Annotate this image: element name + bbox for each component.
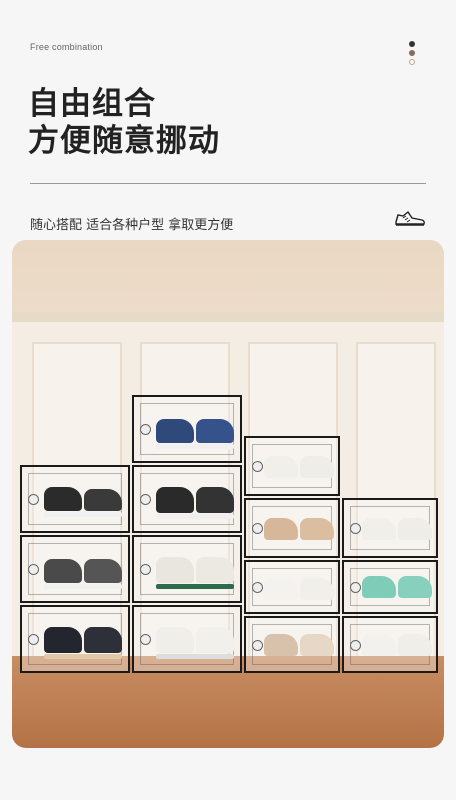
dot-3	[409, 59, 415, 65]
shoe-box	[244, 616, 340, 673]
shoe-box	[244, 560, 340, 614]
shoe-box	[342, 616, 438, 673]
title-line-2: 方便随意挪动	[28, 123, 220, 159]
shoe-box	[132, 605, 242, 673]
shoe-box	[132, 395, 242, 463]
product-photo	[12, 240, 444, 748]
shoe-box	[342, 498, 438, 558]
shoe-box	[132, 465, 242, 533]
dot-1	[409, 41, 415, 47]
eyebrow-label: Free combination	[30, 42, 103, 52]
shoe-box	[20, 535, 130, 603]
shoe-box	[20, 465, 130, 533]
shoe-box	[342, 560, 438, 614]
subtitle: 随心搭配 适合各种户型 拿取更方便	[30, 218, 234, 233]
divider	[30, 183, 426, 184]
shoe-box	[244, 436, 340, 496]
pagination-dots	[409, 41, 416, 68]
sneaker-icon	[395, 210, 425, 226]
dot-2	[409, 50, 415, 56]
shoe-box	[20, 605, 130, 673]
shoe-box	[244, 498, 340, 558]
title-line-1: 自由组合	[28, 86, 156, 122]
shoe-box	[132, 535, 242, 603]
